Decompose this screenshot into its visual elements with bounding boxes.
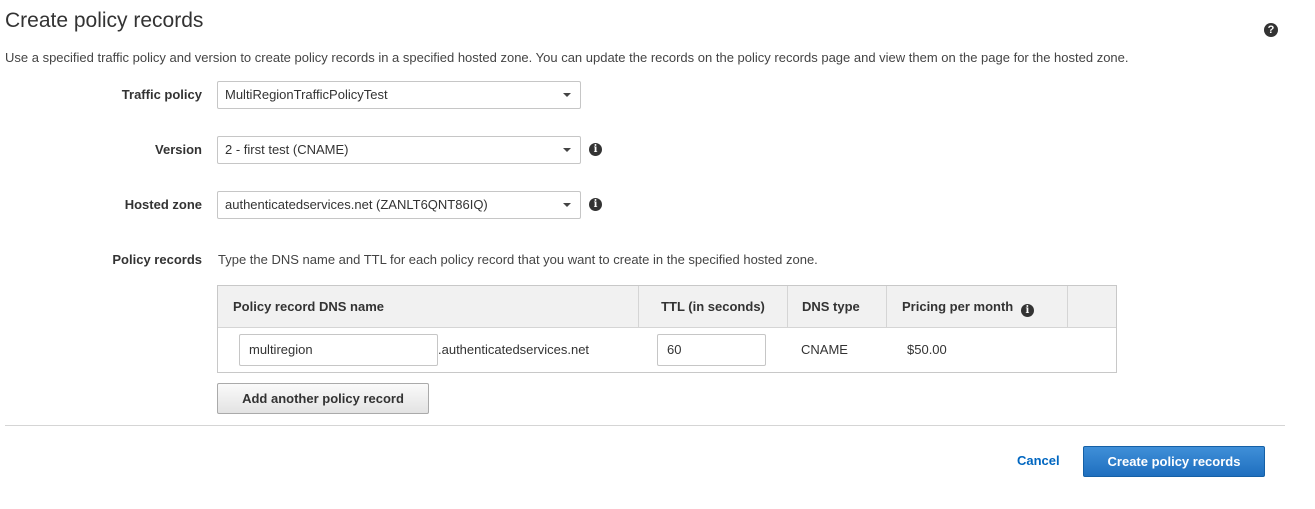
pricing-info-icon[interactable]: i	[1020, 304, 1034, 317]
version-value: 2 - first test (CNAME)	[225, 142, 349, 157]
dns-name-input[interactable]: multiregion	[239, 334, 438, 366]
pricing-header-label: Pricing per month	[902, 299, 1014, 314]
pricing-value: $50.00	[907, 342, 947, 357]
traffic-policy-label: Traffic policy	[121, 87, 202, 102]
cancel-button[interactable]: Cancel	[1017, 453, 1060, 468]
chevron-down-icon	[563, 203, 571, 207]
hosted-zone-label: Hosted zone	[124, 197, 202, 212]
hosted-zone-value: authenticatedservices.net (ZANLT6QNT86IQ…	[225, 197, 488, 212]
column-divider	[787, 286, 788, 327]
column-divider	[1067, 286, 1068, 327]
dns-type-value: CNAME	[801, 342, 848, 357]
policy-records-instructions: Type the DNS name and TTL for each polic…	[218, 252, 818, 267]
help-icon[interactable]: ?	[1264, 23, 1278, 37]
table-header: Policy record DNS name TTL (in seconds) …	[218, 286, 1116, 328]
add-policy-record-button[interactable]: Add another policy record	[217, 383, 429, 414]
chevron-down-icon	[563, 93, 571, 97]
traffic-policy-value: MultiRegionTrafficPolicyTest	[225, 87, 388, 102]
hosted-zone-info-icon[interactable]: i	[589, 198, 602, 211]
version-label: Version	[155, 142, 202, 157]
policy-records-table: Policy record DNS name TTL (in seconds) …	[217, 285, 1117, 373]
footer-divider	[5, 425, 1285, 426]
page-description: Use a specified traffic policy and versi…	[5, 50, 1129, 65]
column-header-pricing: Pricing per month i	[902, 286, 1034, 327]
column-header-dns-name: Policy record DNS name	[233, 299, 384, 314]
page-title: Create policy records	[5, 9, 204, 32]
policy-records-label: Policy records	[112, 252, 202, 267]
traffic-policy-select[interactable]: MultiRegionTrafficPolicyTest	[217, 81, 581, 109]
hosted-zone-select[interactable]: authenticatedservices.net (ZANLT6QNT86IQ…	[217, 191, 581, 219]
create-policy-records-button[interactable]: Create policy records	[1083, 446, 1265, 477]
domain-suffix: .authenticatedservices.net	[438, 342, 590, 357]
version-info-icon[interactable]: i	[589, 143, 602, 156]
chevron-down-icon	[563, 148, 571, 152]
version-select[interactable]: 2 - first test (CNAME)	[217, 136, 581, 164]
column-header-ttl: TTL (in seconds)	[661, 299, 765, 314]
column-header-dns-type: DNS type	[802, 299, 860, 314]
column-divider	[886, 286, 887, 327]
ttl-input[interactable]: 60	[657, 334, 766, 366]
